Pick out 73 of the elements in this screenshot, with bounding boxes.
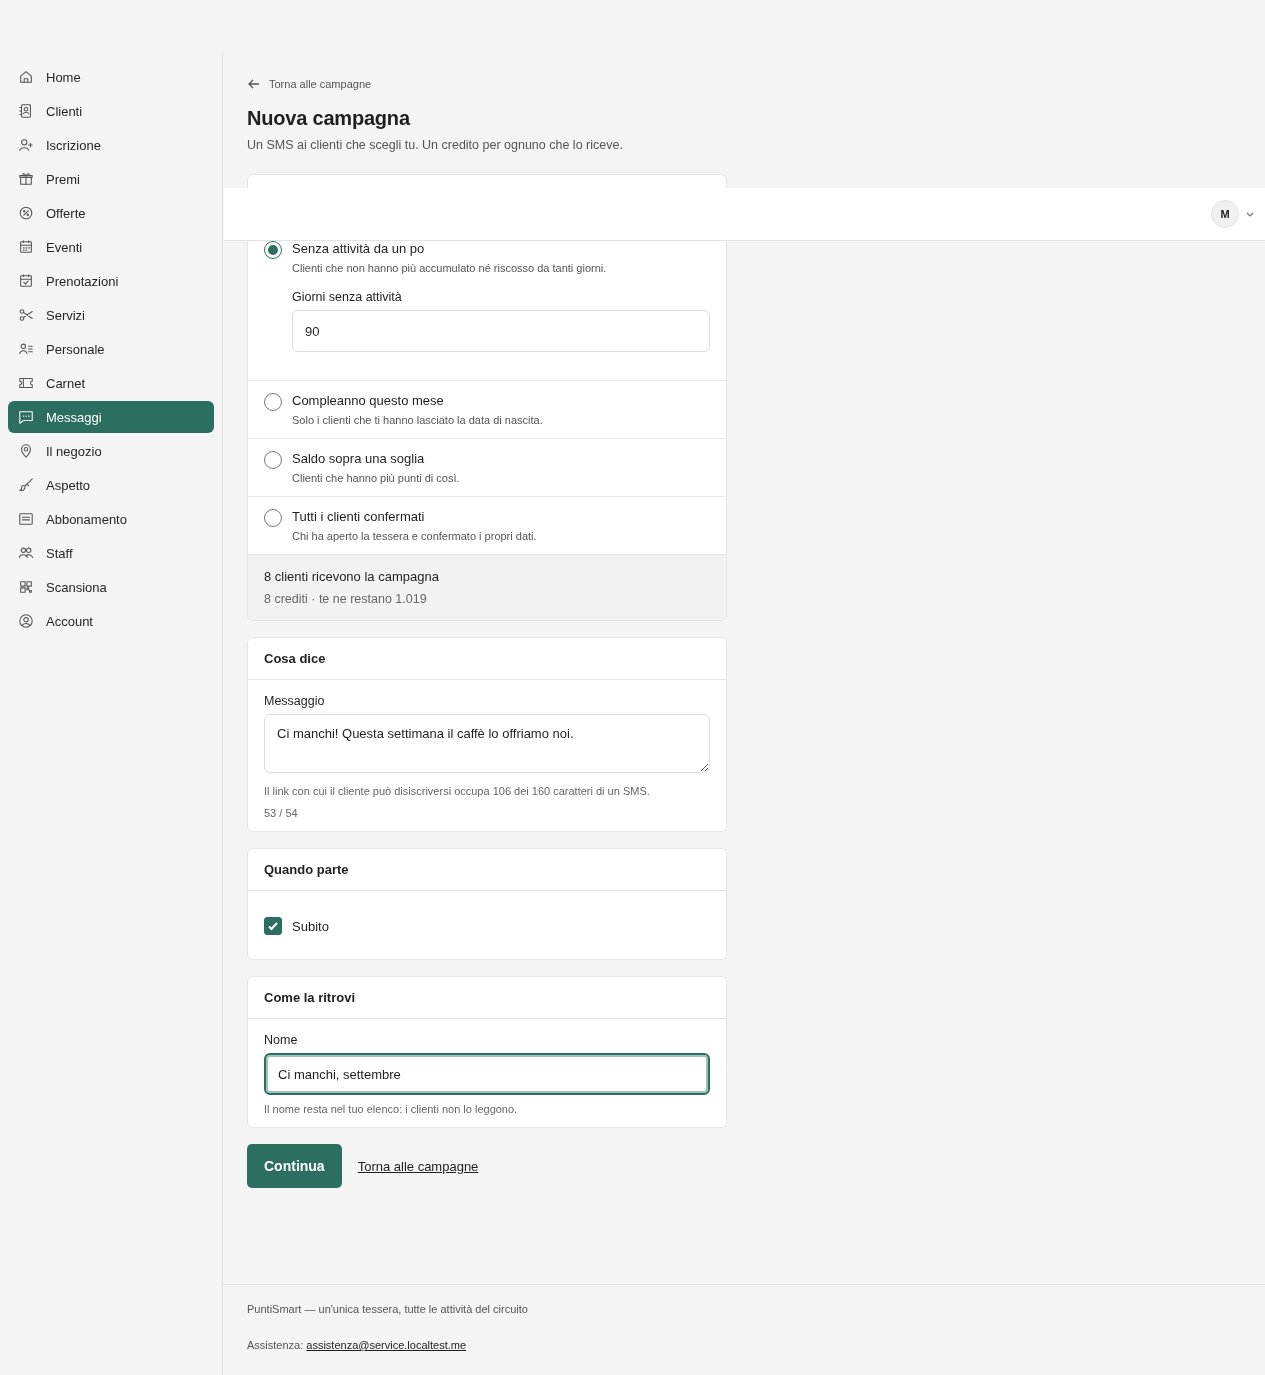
users-icon bbox=[18, 545, 34, 561]
user-circle-icon bbox=[18, 613, 34, 629]
sidebar-item[interactable]: Home bbox=[8, 61, 214, 93]
message-field[interactable]: Ci manchi! Questa settimana il caffè lo offriamo noi. bbox=[264, 714, 710, 773]
sidebar-item[interactable]: Carnet bbox=[8, 367, 214, 399]
card-title: Cosa dice bbox=[264, 651, 326, 666]
card-title: Come la ritrovi bbox=[264, 990, 356, 1005]
sidebar-item[interactable]: Aspetto bbox=[8, 469, 214, 501]
sidebar-item[interactable]: Offerte bbox=[8, 197, 214, 229]
contact-book-icon bbox=[18, 103, 34, 119]
radio-button[interactable] bbox=[264, 509, 282, 527]
sidebar-item[interactable]: Messaggi bbox=[8, 401, 214, 433]
sidebar-item[interactable]: Abbonamento bbox=[8, 503, 214, 535]
ticket-icon bbox=[18, 375, 34, 391]
percent-badge-icon bbox=[18, 205, 34, 221]
arrow-left-icon bbox=[247, 77, 261, 91]
option-label: Compleanno questo mese bbox=[292, 393, 445, 408]
input-field[interactable]: 90 bbox=[292, 310, 710, 352]
name-field[interactable]: Ci manchi, settembre bbox=[264, 1053, 710, 1095]
credit-info: 8 crediti · te ne restano 1.019 bbox=[264, 592, 428, 606]
home-icon bbox=[18, 69, 34, 85]
sidebar-item[interactable]: Account bbox=[8, 605, 214, 637]
calendar-check-icon bbox=[18, 273, 34, 289]
radio-button[interactable] bbox=[264, 241, 282, 259]
option-label: Senza attività da un po bbox=[292, 241, 426, 256]
option-label: Saldo sopra una soglia bbox=[292, 451, 426, 466]
sidebar-item[interactable]: Il negozio bbox=[8, 435, 214, 467]
option-description: Chi ha aperto la tessera e confermato i propri dati. bbox=[292, 530, 538, 542]
avatar[interactable]: M bbox=[1211, 200, 1239, 228]
help-text: Il link con cui il cliente può disiscriversi occupa 106 dei 160 caratteri di un SMS. bbox=[264, 785, 651, 797]
sidebar-item[interactable]: Clienti bbox=[8, 95, 214, 127]
email-link[interactable]: assistenza@service.localtest.me bbox=[306, 1339, 467, 1351]
checkmark-icon bbox=[267, 920, 279, 932]
sidebar-item[interactable]: Scansiona bbox=[8, 571, 214, 603]
option-description: Clienti che hanno più punti di così. bbox=[292, 472, 461, 484]
user-list-icon bbox=[18, 341, 34, 357]
help-text: Il nome resta nel tuo elenco: i clienti non lo leggono. bbox=[264, 1103, 519, 1115]
footer-tagline: PuntiSmart — un'unica tessera, tutte le attività del circuito bbox=[247, 1303, 529, 1315]
chat-icon bbox=[18, 409, 34, 425]
radio-button[interactable] bbox=[264, 451, 282, 469]
receipt-icon bbox=[18, 511, 34, 527]
field-label: Messaggio bbox=[264, 694, 326, 708]
calendar-icon bbox=[18, 239, 34, 255]
sidebar-item[interactable]: Staff bbox=[8, 537, 214, 569]
sidebar-item[interactable]: Eventi bbox=[8, 231, 214, 263]
field-label: Nome bbox=[264, 1033, 299, 1047]
option-description: Clienti che non hanno più accumulato né riscosso da tanti giorni. bbox=[292, 262, 608, 274]
support-label: Assistenza: bbox=[247, 1339, 304, 1351]
page-title: Nuova campagna bbox=[247, 107, 412, 130]
character-counter: 53 / 54 bbox=[264, 807, 299, 819]
option-label: Tutti i clienti confermati bbox=[292, 509, 426, 524]
page-subtitle: Un SMS ai clienti che scegli tu. Un credito per ognuno che lo riceve. bbox=[247, 138, 624, 152]
continue-button[interactable]: Continua bbox=[247, 1144, 342, 1188]
brush-icon bbox=[18, 477, 34, 493]
checkbox-label: Subito bbox=[292, 918, 329, 934]
recipient-count: 8 clienti ricevono la campagna bbox=[264, 569, 440, 584]
gift-icon bbox=[18, 171, 34, 187]
field-label: Giorni senza attività bbox=[292, 290, 403, 304]
radio-button[interactable] bbox=[264, 393, 282, 411]
back-link[interactable]: Torna alle campagne bbox=[357, 1158, 479, 1174]
back-link[interactable]: Torna alle campagne bbox=[247, 74, 727, 94]
map-pin-icon bbox=[18, 443, 34, 459]
qr-code-icon bbox=[18, 579, 34, 595]
user-plus-icon bbox=[18, 137, 34, 153]
sidebar-item[interactable]: Iscrizione bbox=[8, 129, 214, 161]
card-title: Quando parte bbox=[264, 862, 349, 877]
sidebar-item[interactable]: Prenotazioni bbox=[8, 265, 214, 297]
sidebar-item[interactable]: Servizi bbox=[8, 299, 214, 331]
sidebar-item[interactable]: Premi bbox=[8, 163, 214, 195]
scissors-icon bbox=[18, 307, 34, 323]
checkbox[interactable] bbox=[264, 917, 282, 935]
option-description: Solo i clienti che ti hanno lasciato la data di nascita. bbox=[292, 414, 544, 426]
sidebar-item[interactable]: Personale bbox=[8, 333, 214, 365]
